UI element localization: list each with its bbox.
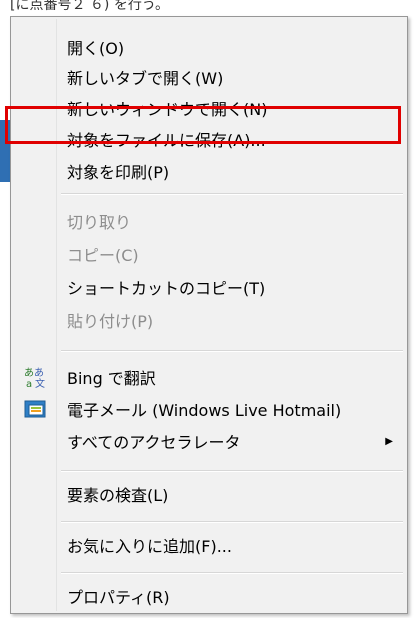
- menu-separator: [61, 193, 403, 195]
- menu-item-properties[interactable]: プロパティ(R): [13, 582, 405, 610]
- highlight-annotation-box: [5, 106, 401, 144]
- menu-item-label: プロパティ(R): [67, 588, 170, 607]
- menu-separator: [61, 470, 403, 472]
- menu-item-paste: 貼り付け(P): [13, 306, 405, 334]
- menu-item-email-hotmail[interactable]: 電子メール (Windows Live Hotmail): [13, 395, 405, 423]
- menu-item-label: 貼り付け(P): [67, 312, 154, 331]
- menu-item-print-target[interactable]: 対象を印刷(P): [13, 157, 405, 185]
- submenu-arrow-icon: ▶: [385, 435, 393, 447]
- menu-item-open[interactable]: 開く(O): [13, 33, 405, 61]
- menu-item-label: 対象を印刷(P): [67, 163, 170, 182]
- menu-item-label: 電子メール (Windows Live Hotmail): [67, 401, 342, 420]
- email-icon: [23, 397, 47, 421]
- menu-item-label: コピー(C): [67, 246, 139, 265]
- menu-item-label: 開く(O): [67, 39, 125, 58]
- menu-item-label: 新しいタブで開く(W): [67, 69, 224, 88]
- menu-item-add-favorites[interactable]: お気に入りに追加(F)...: [13, 531, 405, 559]
- menu-separator: [61, 521, 403, 523]
- menu-item-all-accelerators[interactable]: すべてのアクセラレータ ▶: [13, 427, 405, 455]
- menu-item-label: すべてのアクセラレータ: [67, 433, 241, 452]
- menu-item-label: 要素の検査(L): [67, 486, 169, 505]
- menu-separator: [61, 350, 403, 352]
- menu-item-label: ショートカットのコピー(T): [67, 279, 266, 298]
- menu-item-translate-bing[interactable]: あ あ a 文 Bing で翻訳: [13, 363, 405, 391]
- svg-text:文: 文: [35, 377, 45, 389]
- menu-item-copy: コピー(C): [13, 240, 405, 268]
- menu-item-copy-shortcut[interactable]: ショートカットのコピー(T): [13, 273, 405, 301]
- svg-text:あ: あ: [24, 367, 34, 379]
- menu-item-open-new-tab[interactable]: 新しいタブで開く(W): [13, 63, 405, 91]
- menu-item-label: 切り取り: [67, 213, 132, 232]
- menu-item-label: お気に入りに追加(F)...: [67, 537, 232, 556]
- menu-separator: [61, 572, 403, 574]
- svg-text:あ: あ: [34, 367, 44, 379]
- menu-item-cut: 切り取り: [13, 207, 405, 235]
- menu-item-inspect-element[interactable]: 要素の検査(L): [13, 480, 405, 508]
- translate-icon: あ あ a 文: [23, 365, 47, 390]
- menu-item-label: Bing で翻訳: [67, 369, 156, 388]
- svg-text:a: a: [26, 379, 32, 389]
- background-page-text: [に点番号２ ６) を行う。: [10, 0, 169, 13]
